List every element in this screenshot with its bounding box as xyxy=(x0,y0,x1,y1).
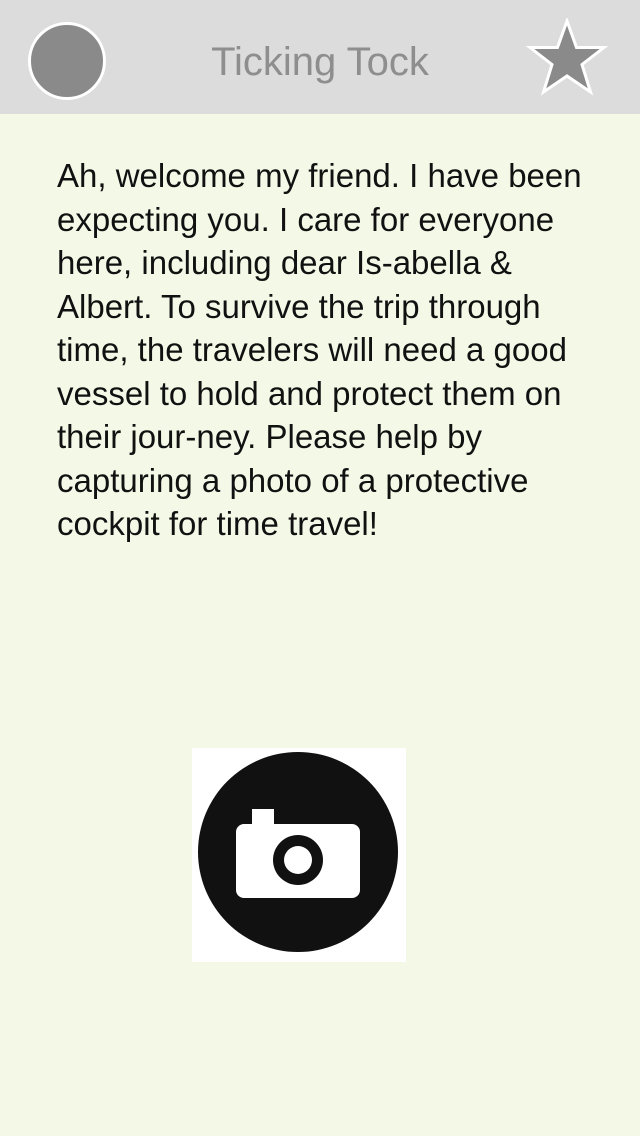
navigation-bar: Ticking Tock xyxy=(0,0,640,114)
camera-button[interactable] xyxy=(192,748,406,962)
intro-message: Ah, welcome my friend. I have been expec… xyxy=(57,157,582,542)
camera-icon xyxy=(198,752,398,952)
star-icon[interactable] xyxy=(526,18,608,96)
page-title: Ticking Tock xyxy=(211,40,429,84)
circle-icon[interactable] xyxy=(28,22,106,100)
